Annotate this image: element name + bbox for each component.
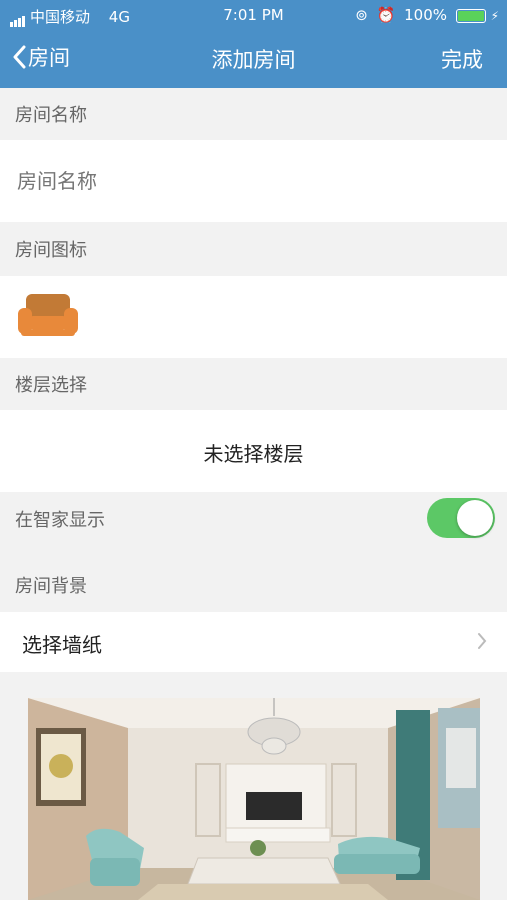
nav-bar: 房间 添加房间 完成 [0, 38, 507, 78]
charging-icon: ⚡ [490, 9, 499, 23]
smart-home-label: 在智家显示 [15, 510, 105, 531]
sofa-icon[interactable] [17, 292, 79, 344]
floor-value: 未选择楼层 [203, 442, 304, 466]
toggle-knob [457, 500, 493, 536]
page-title: 添加房间 [211, 48, 296, 72]
room-name-section-label: 房间名称 [15, 105, 87, 126]
lock-rotation-icon: ⊚ [355, 6, 368, 24]
floor-section: 楼层选择 [0, 358, 507, 410]
status-right: ⊚ ⏰ 100% ⚡ [355, 6, 499, 24]
room-name-input[interactable] [15, 160, 489, 202]
room-name-section: 房间名称 [0, 88, 507, 140]
smart-home-toggle[interactable] [427, 498, 495, 538]
battery-percent: 100% [404, 6, 447, 24]
room-icon-section-label: 房间图标 [15, 240, 87, 261]
app-header: 中国移动 4G 7:01 PM ⊚ ⏰ 100% ⚡ 房间 添加房间 完成 [0, 0, 507, 88]
room-icon-section: 房间图标 [0, 222, 507, 276]
wallpaper-preview-image[interactable] [28, 698, 480, 900]
room-icon-row [0, 276, 507, 358]
room-name-row [0, 140, 507, 222]
chevron-right-icon [478, 633, 487, 649]
alarm-icon: ⏰ [376, 6, 396, 24]
background-section: 房间背景 [0, 558, 507, 612]
smart-home-row: 在智家显示 [0, 492, 507, 544]
done-button[interactable]: 完成 [441, 44, 483, 74]
floor-select-row[interactable]: 未选择楼层 [0, 410, 507, 492]
background-section-label: 房间背景 [15, 576, 87, 597]
select-wallpaper-row[interactable]: 选择墙纸 [0, 612, 507, 672]
battery-icon [455, 8, 486, 23]
status-bar: 中国移动 4G 7:01 PM ⊚ ⏰ 100% ⚡ [0, 0, 507, 30]
select-wallpaper-label: 选择墙纸 [22, 633, 102, 657]
floor-section-label: 楼层选择 [15, 375, 87, 396]
